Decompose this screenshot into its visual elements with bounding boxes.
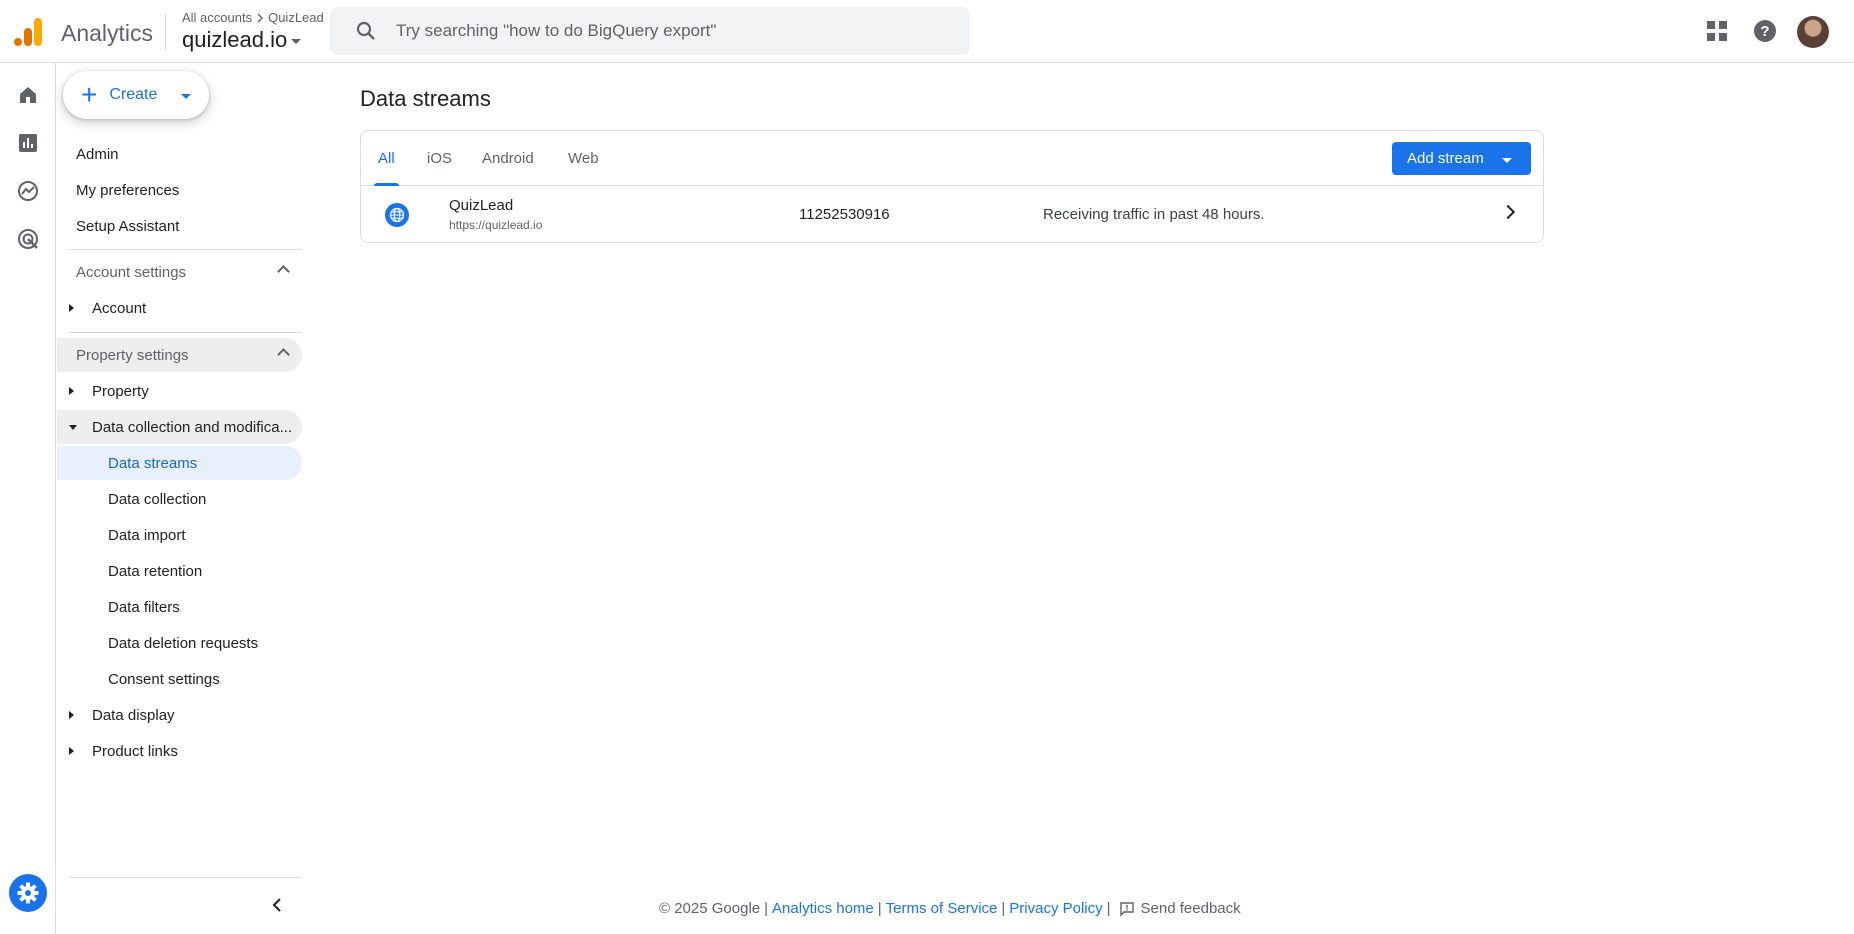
footer-terms-link[interactable]: Terms of Service xyxy=(886,900,998,917)
nav-account-label: Account xyxy=(92,299,147,317)
nav-product-links[interactable]: Product links xyxy=(57,734,302,768)
svg-text:?: ? xyxy=(1760,23,1769,40)
search-icon xyxy=(356,21,375,40)
nav-data-display[interactable]: Data display xyxy=(57,698,302,732)
create-label: Create xyxy=(109,86,158,103)
property-settings-label: Property settings xyxy=(76,346,189,364)
stream-status: Receiving traffic in past 48 hours. xyxy=(1043,206,1265,223)
nav-data-collection[interactable]: Data collection xyxy=(57,482,302,516)
stream-type-tabs: All iOS Android Web Add stream xyxy=(361,131,1543,186)
nav-setup-assistant[interactable]: Setup Assistant xyxy=(57,209,302,243)
nav-my-preferences[interactable]: My preferences xyxy=(57,173,302,207)
search-bar[interactable] xyxy=(330,7,970,55)
admin-gear-icon[interactable] xyxy=(9,874,47,912)
nav-product-links-label: Product links xyxy=(92,742,178,760)
nav-property-label: Property xyxy=(92,382,149,400)
data-streams-card: All iOS Android Web Add stream QuizLead … xyxy=(360,130,1544,243)
collapse-arrow-icon xyxy=(69,424,77,430)
add-stream-button[interactable]: Add stream xyxy=(1392,142,1531,175)
caret-down-icon xyxy=(1501,157,1512,163)
nav-data-deletion-requests[interactable]: Data deletion requests xyxy=(57,626,302,660)
add-stream-label: Add stream xyxy=(1407,150,1484,167)
create-button[interactable]: + Create xyxy=(63,71,209,119)
stream-url: https://quizlead.io xyxy=(449,218,543,232)
plus-icon: + xyxy=(81,79,98,110)
advertising-icon[interactable] xyxy=(16,227,40,251)
nav-data-streams[interactable]: Data streams xyxy=(57,446,302,480)
explore-icon[interactable] xyxy=(16,179,40,203)
account-settings-label: Account settings xyxy=(76,263,187,281)
nav-account[interactable]: Account xyxy=(57,291,302,325)
nav-data-retention[interactable]: Data retention xyxy=(57,554,302,588)
account-settings-section[interactable]: Account settings xyxy=(57,255,302,289)
header-divider xyxy=(165,14,166,50)
nav-consent-settings[interactable]: Consent settings xyxy=(57,662,302,696)
apps-grid-icon[interactable] xyxy=(1704,18,1730,44)
home-icon[interactable] xyxy=(16,83,40,107)
footer-analytics-home-link[interactable]: Analytics home xyxy=(772,900,874,917)
nav-data-display-label: Data display xyxy=(92,706,175,724)
breadcrumb-current[interactable]: QuizLead xyxy=(268,10,324,25)
left-rail xyxy=(0,63,56,934)
breadcrumb-parent[interactable]: All accounts xyxy=(182,10,252,25)
property-selector[interactable]: quizlead.io xyxy=(182,27,302,53)
search-input[interactable] xyxy=(396,21,956,41)
top-app-bar: Analytics All accounts QuizLead quizlead… xyxy=(0,0,1854,63)
nav-data-filters[interactable]: Data filters xyxy=(57,590,302,624)
expand-arrow-icon xyxy=(69,747,74,755)
stream-name: QuizLead xyxy=(449,197,514,214)
send-feedback-label: Send feedback xyxy=(1140,900,1241,917)
page-title: Data streams xyxy=(360,86,491,111)
chevron-right-icon[interactable] xyxy=(1500,204,1516,220)
admin-nav: + Create Admin My preferences Setup Assi… xyxy=(57,63,307,934)
tab-web[interactable]: Web xyxy=(568,131,599,186)
caret-down-icon xyxy=(291,39,302,44)
tab-android[interactable]: Android xyxy=(482,131,534,186)
nav-divider xyxy=(69,877,302,878)
collapse-nav-chevron-left-icon[interactable] xyxy=(267,895,287,915)
feedback-icon xyxy=(1119,901,1134,917)
nav-data-import[interactable]: Data import xyxy=(57,518,302,552)
nav-divider xyxy=(69,249,302,250)
breadcrumb[interactable]: All accounts QuizLead xyxy=(182,10,324,25)
chevron-up-icon xyxy=(277,348,290,361)
footer: © 2025 Google | Analytics home | Terms o… xyxy=(659,900,1241,917)
send-feedback-button[interactable]: Send feedback xyxy=(1119,900,1241,917)
caret-down-icon xyxy=(181,94,192,99)
expand-arrow-icon xyxy=(69,711,74,719)
app-name[interactable]: Analytics xyxy=(61,20,153,47)
web-globe-icon xyxy=(385,203,409,227)
analytics-logo-icon[interactable] xyxy=(14,18,42,48)
nav-admin[interactable]: Admin xyxy=(57,137,302,171)
nav-divider xyxy=(69,332,302,333)
reports-icon[interactable] xyxy=(16,131,40,155)
nav-data-collection-modification[interactable]: Data collection and modifica... xyxy=(57,410,302,444)
tab-ios[interactable]: iOS xyxy=(427,131,452,186)
expand-arrow-icon xyxy=(69,304,74,312)
chevron-right-icon xyxy=(257,13,264,22)
stream-id: 11252530916 xyxy=(799,206,890,223)
stream-row[interactable]: QuizLead https://quizlead.io 11252530916… xyxy=(361,187,1543,243)
nav-data-collection-mod-label: Data collection and modifica... xyxy=(92,418,293,436)
chevron-up-icon xyxy=(277,265,290,278)
property-settings-section[interactable]: Property settings xyxy=(57,338,302,372)
footer-copyright: © 2025 Google xyxy=(659,900,761,917)
footer-privacy-link[interactable]: Privacy Policy xyxy=(1009,900,1102,917)
property-name: quizlead.io xyxy=(182,27,288,52)
nav-property[interactable]: Property xyxy=(57,374,302,408)
help-icon[interactable]: ? xyxy=(1752,18,1778,44)
expand-arrow-icon xyxy=(69,387,74,395)
avatar[interactable] xyxy=(1797,16,1829,48)
tab-all[interactable]: All xyxy=(374,131,399,186)
